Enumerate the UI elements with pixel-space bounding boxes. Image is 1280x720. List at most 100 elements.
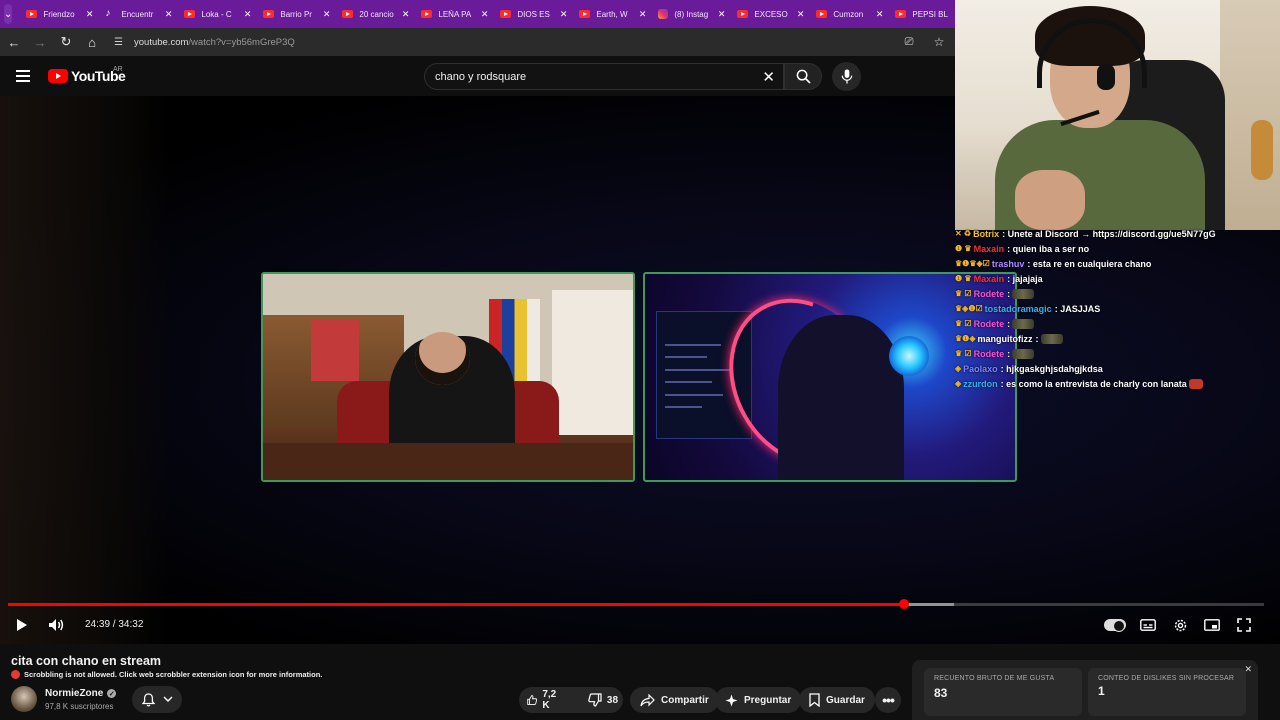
settings-button[interactable]	[1169, 615, 1191, 635]
browser-tab[interactable]: Cumzon ✕	[810, 0, 889, 28]
chat-badges: ♛ ☑	[955, 319, 972, 328]
autoplay-toggle[interactable]	[1104, 619, 1126, 632]
tab-close-icon[interactable]: ✕	[876, 9, 884, 20]
chat-badges: ◈	[955, 379, 962, 388]
browser-tab[interactable]: (8) Instag ✕	[652, 0, 731, 28]
browser-tab[interactable]: ♪ Encuentr ✕	[99, 0, 178, 28]
chat-badges: ❶ ♛	[955, 244, 972, 253]
youtube-icon	[500, 10, 512, 18]
save-label: Guardar	[826, 694, 865, 706]
chat-emote-icon	[1040, 333, 1063, 344]
like-button[interactable]: 7,2 K	[519, 687, 568, 713]
chat-message: ✕ ♻ Botrix: Unete al Discord → https://di…	[955, 226, 1280, 241]
raw-dislikes-label: CONTEO DE DISLIKES SIN PROCESAR	[1098, 675, 1235, 682]
tab-title: Encuentr	[121, 9, 154, 19]
tab-title: PEPSI BL	[912, 9, 948, 19]
forward-arrow-icon[interactable]: →	[28, 30, 52, 54]
share-button[interactable]: Compartir	[630, 687, 719, 713]
chat-username: Rodete	[973, 288, 1005, 299]
address-bar[interactable]: youtube.com/watch?v=yb56mGreP3Q	[134, 37, 295, 48]
raw-dislikes-card: CONTEO DE DISLIKES SIN PROCESAR 1	[1088, 668, 1246, 716]
play-button[interactable]	[10, 615, 32, 635]
chat-text: :	[1007, 318, 1011, 329]
chat-badges: ♛◈❶☑	[955, 304, 983, 313]
chat-text: :	[1035, 333, 1039, 344]
chat-text: : hjkgaskghjsdahgjkdsa	[1000, 363, 1103, 374]
browser-toolbar: ← → ↻ ⌂ ☰ youtube.com/watch?v=yb56mGreP3…	[0, 28, 955, 56]
tab-title: (8) Instag	[674, 9, 709, 19]
progress-played	[8, 603, 905, 606]
tab-close-icon[interactable]: ✕	[560, 9, 568, 20]
tab-title: Friendzo	[43, 9, 75, 19]
instagram-icon	[658, 9, 669, 19]
tab-close-icon[interactable]: ✕	[481, 9, 489, 20]
url-host: youtube.com	[134, 36, 189, 48]
browser-tab[interactable]: Earth, W ✕	[573, 0, 652, 28]
save-button[interactable]: Guardar	[799, 687, 875, 713]
youtube-logo[interactable]: YouTube AR	[48, 66, 126, 84]
captions-icon	[1140, 619, 1156, 631]
mute-button[interactable]	[45, 615, 67, 635]
tab-close-icon[interactable]: ✕	[244, 9, 252, 20]
browser-tab[interactable]: Barrio Pr ✕	[257, 0, 336, 28]
bookmark-star-icon[interactable]: ☆	[927, 30, 951, 54]
tab-title: LEÑA PA	[438, 9, 472, 19]
chat-message: ♛❶♛◈☑ trashuv: esta re en cualquiera chan…	[955, 256, 1280, 271]
site-info-icon[interactable]: ☰	[114, 35, 128, 49]
subtitles-button[interactable]	[1137, 615, 1159, 635]
tab-close-icon[interactable]: ✕	[402, 9, 410, 20]
streamer-webcam	[955, 0, 1280, 230]
tab-close-icon[interactable]: ✕	[86, 9, 94, 20]
youtube-icon	[421, 10, 433, 18]
clear-search-icon[interactable]: ✕	[762, 68, 775, 86]
search-input[interactable]: chano y rodsquare ✕	[424, 63, 784, 90]
miniplayer-button[interactable]	[1201, 615, 1223, 635]
reload-icon[interactable]: ↻	[54, 30, 78, 54]
video-progress-bar[interactable]	[8, 599, 1264, 609]
tab-close-icon[interactable]: ✕	[797, 9, 805, 20]
share-arrow-icon	[640, 693, 655, 706]
bell-icon	[141, 692, 155, 707]
chat-text: : Unete al Discord → https://discord.gg/…	[1002, 228, 1216, 239]
browser-tab[interactable]: Loka - C ✕	[178, 0, 257, 28]
fullscreen-button[interactable]	[1233, 615, 1255, 635]
search-button[interactable]	[784, 63, 822, 90]
home-icon[interactable]: ⌂	[80, 30, 104, 54]
browser-tab[interactable]: LEÑA PA ✕	[415, 0, 494, 28]
video-ambient-glow	[0, 96, 170, 644]
chat-username: manguitofizz	[977, 333, 1033, 344]
chat-badges: ❶ ♛	[955, 274, 972, 283]
install-app-icon[interactable]: ⎚	[897, 30, 921, 54]
notifications-button[interactable]	[132, 686, 182, 713]
channel-avatar[interactable]	[11, 686, 37, 712]
fullscreen-icon	[1237, 618, 1251, 632]
tab-close-icon[interactable]: ✕	[165, 9, 173, 20]
player-controls: 24:39 / 34:32	[0, 610, 1280, 640]
ask-button[interactable]: Preguntar	[715, 687, 802, 713]
tab-title: Loka - C	[201, 9, 232, 19]
youtube-icon	[342, 10, 354, 18]
menu-hamburger-icon[interactable]	[16, 70, 30, 82]
more-actions-button[interactable]: •••	[875, 687, 901, 713]
dislike-count: 38	[606, 694, 619, 706]
tab-search-chevron-icon[interactable]: ⌄	[4, 4, 13, 24]
thumbs-down-icon	[588, 693, 602, 707]
voice-search-button[interactable]	[832, 62, 861, 91]
chat-badges: ♛❶♛◈☑	[955, 259, 990, 268]
share-label: Compartir	[661, 694, 709, 706]
browser-tab[interactable]: DIOS ES ✕	[494, 0, 573, 28]
back-arrow-icon[interactable]: ←	[2, 30, 26, 54]
tab-close-icon[interactable]: ✕	[718, 9, 726, 20]
channel-name-link[interactable]: NormieZone ✓	[45, 688, 117, 699]
country-code: AR	[113, 66, 123, 73]
dislike-button[interactable]: 38	[580, 687, 626, 713]
scrobble-notice-text: Scrobbling is not allowed. Click web scr…	[24, 670, 323, 679]
chat-badges: ♛ ☑	[955, 289, 972, 298]
microphone-icon	[841, 69, 852, 84]
tab-close-icon[interactable]: ✕	[639, 9, 647, 20]
browser-tab[interactable]: Friendzo ✕	[20, 0, 99, 28]
bookmark-icon	[809, 693, 820, 707]
browser-tab[interactable]: 20 cancio ✕	[336, 0, 415, 28]
browser-tab[interactable]: EXCESO ✕	[731, 0, 810, 28]
tab-close-icon[interactable]: ✕	[323, 9, 331, 20]
